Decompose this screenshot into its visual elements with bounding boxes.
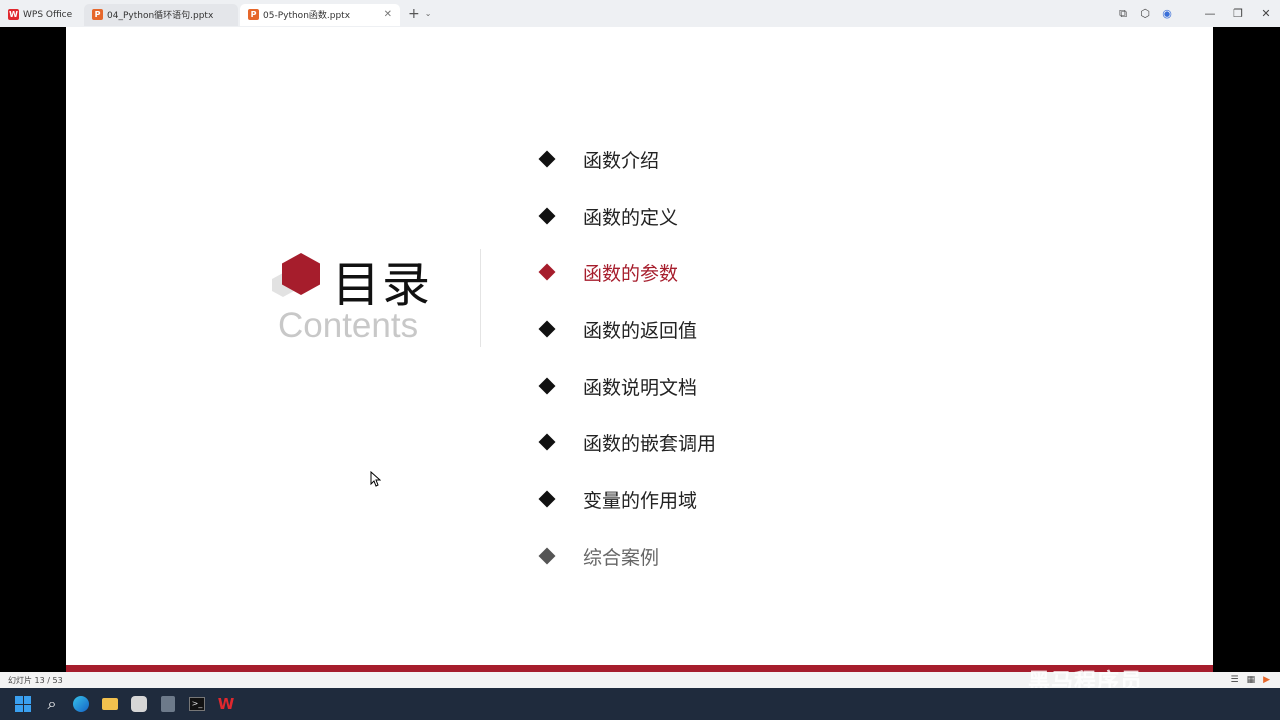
maximize-icon[interactable]: ❐ bbox=[1224, 7, 1252, 20]
folder-icon[interactable] bbox=[99, 693, 121, 715]
search-icon[interactable]: ⌕ bbox=[41, 693, 63, 715]
close-window-icon[interactable]: ✕ bbox=[1252, 7, 1280, 20]
app-icon[interactable] bbox=[128, 693, 150, 715]
toc-label: 函数的嵌套调用 bbox=[583, 432, 717, 455]
toc-label: 函数的定义 bbox=[583, 206, 679, 229]
tab-label: WPS Office bbox=[23, 9, 73, 20]
toc-item: 函数的定义 bbox=[538, 201, 679, 231]
diamond-bullet-icon bbox=[538, 207, 556, 225]
tab-python-functions[interactable]: P 05-Python函数.pptx ✕ bbox=[240, 3, 400, 26]
tab-wps-home[interactable]: W WPS Office bbox=[0, 4, 82, 26]
terminal-icon[interactable]: >_ bbox=[186, 693, 208, 715]
notes-icon[interactable]: ☰ bbox=[1230, 675, 1238, 685]
wps-logo-icon: W bbox=[8, 9, 19, 20]
toc-label: 函数的参数 bbox=[583, 262, 679, 285]
diamond-bullet-icon bbox=[538, 433, 556, 451]
toc-label: 变量的作用域 bbox=[583, 489, 698, 512]
toc-label: 综合案例 bbox=[583, 546, 660, 569]
diamond-bullet-icon bbox=[538, 263, 556, 281]
slide-counter: 幻灯片 13 / 53 bbox=[8, 675, 63, 685]
toc-label: 函数说明文档 bbox=[583, 376, 698, 399]
toc-item: 综合案例 bbox=[538, 541, 660, 571]
slide-title: 目录 bbox=[332, 257, 433, 313]
diamond-bullet-icon bbox=[538, 377, 556, 395]
tab-label: 05-Python函数.pptx bbox=[263, 11, 351, 21]
close-tab-icon[interactable]: ✕ bbox=[384, 9, 392, 20]
toc-item: 变量的作用域 bbox=[538, 484, 698, 514]
box-icon[interactable]: ⬡ bbox=[1134, 7, 1156, 20]
vertical-divider bbox=[480, 249, 481, 347]
status-icons: ☰ ▦ ▶ bbox=[1222, 672, 1270, 688]
edge-icon[interactable] bbox=[70, 693, 92, 715]
tab-label: 04_Python循环语句.pptx bbox=[107, 11, 214, 21]
slide-canvas[interactable]: 目录 Contents 函数介绍 函数的定义 函数的参数 函数的返回值 函数说明… bbox=[66, 27, 1213, 669]
taskbar: ⌕ >_ W bbox=[0, 688, 1280, 720]
new-tab-icon[interactable]: + bbox=[408, 6, 420, 22]
diamond-bullet-icon bbox=[538, 320, 556, 338]
toc-item-active: 函数的参数 bbox=[538, 257, 679, 287]
view-icon[interactable]: ▦ bbox=[1247, 675, 1256, 685]
minimize-icon[interactable]: — bbox=[1196, 7, 1224, 20]
diamond-bullet-icon bbox=[538, 150, 556, 168]
mouse-cursor-icon bbox=[370, 471, 381, 487]
toc-item: 函数说明文档 bbox=[538, 371, 698, 401]
diamond-bullet-icon bbox=[538, 547, 556, 565]
title-bar: W WPS Office P 04_Python循环语句.pptx P 05-P… bbox=[0, 0, 1280, 27]
calculator-icon[interactable] bbox=[157, 693, 179, 715]
tab-python-loops[interactable]: P 04_Python循环语句.pptx bbox=[84, 3, 238, 26]
window-controls: ⧉ ⬡ ◉ — ❐ ✕ bbox=[1112, 0, 1280, 27]
avatar[interactable]: ◉ bbox=[1156, 7, 1178, 20]
play-icon[interactable]: ▶ bbox=[1263, 675, 1270, 685]
chevron-down-icon[interactable]: ⌄ bbox=[425, 9, 432, 18]
slide-subtitle: Contents bbox=[278, 306, 419, 345]
toc-item: 函数介绍 bbox=[538, 144, 660, 174]
toc-item: 函数的嵌套调用 bbox=[538, 427, 717, 457]
toc-label: 函数介绍 bbox=[583, 149, 660, 172]
toc-label: 函数的返回值 bbox=[583, 319, 698, 342]
restore-icon[interactable]: ⧉ bbox=[1112, 7, 1134, 21]
tab-content: P 05-Python函数.pptx bbox=[248, 8, 350, 21]
pptx-file-icon: P bbox=[92, 9, 103, 20]
toc-item: 函数的返回值 bbox=[538, 314, 698, 344]
pptx-file-icon: P bbox=[248, 9, 259, 20]
wps-taskbar-icon[interactable]: W bbox=[215, 693, 237, 715]
diamond-bullet-icon bbox=[538, 490, 556, 508]
start-icon[interactable] bbox=[12, 693, 34, 715]
